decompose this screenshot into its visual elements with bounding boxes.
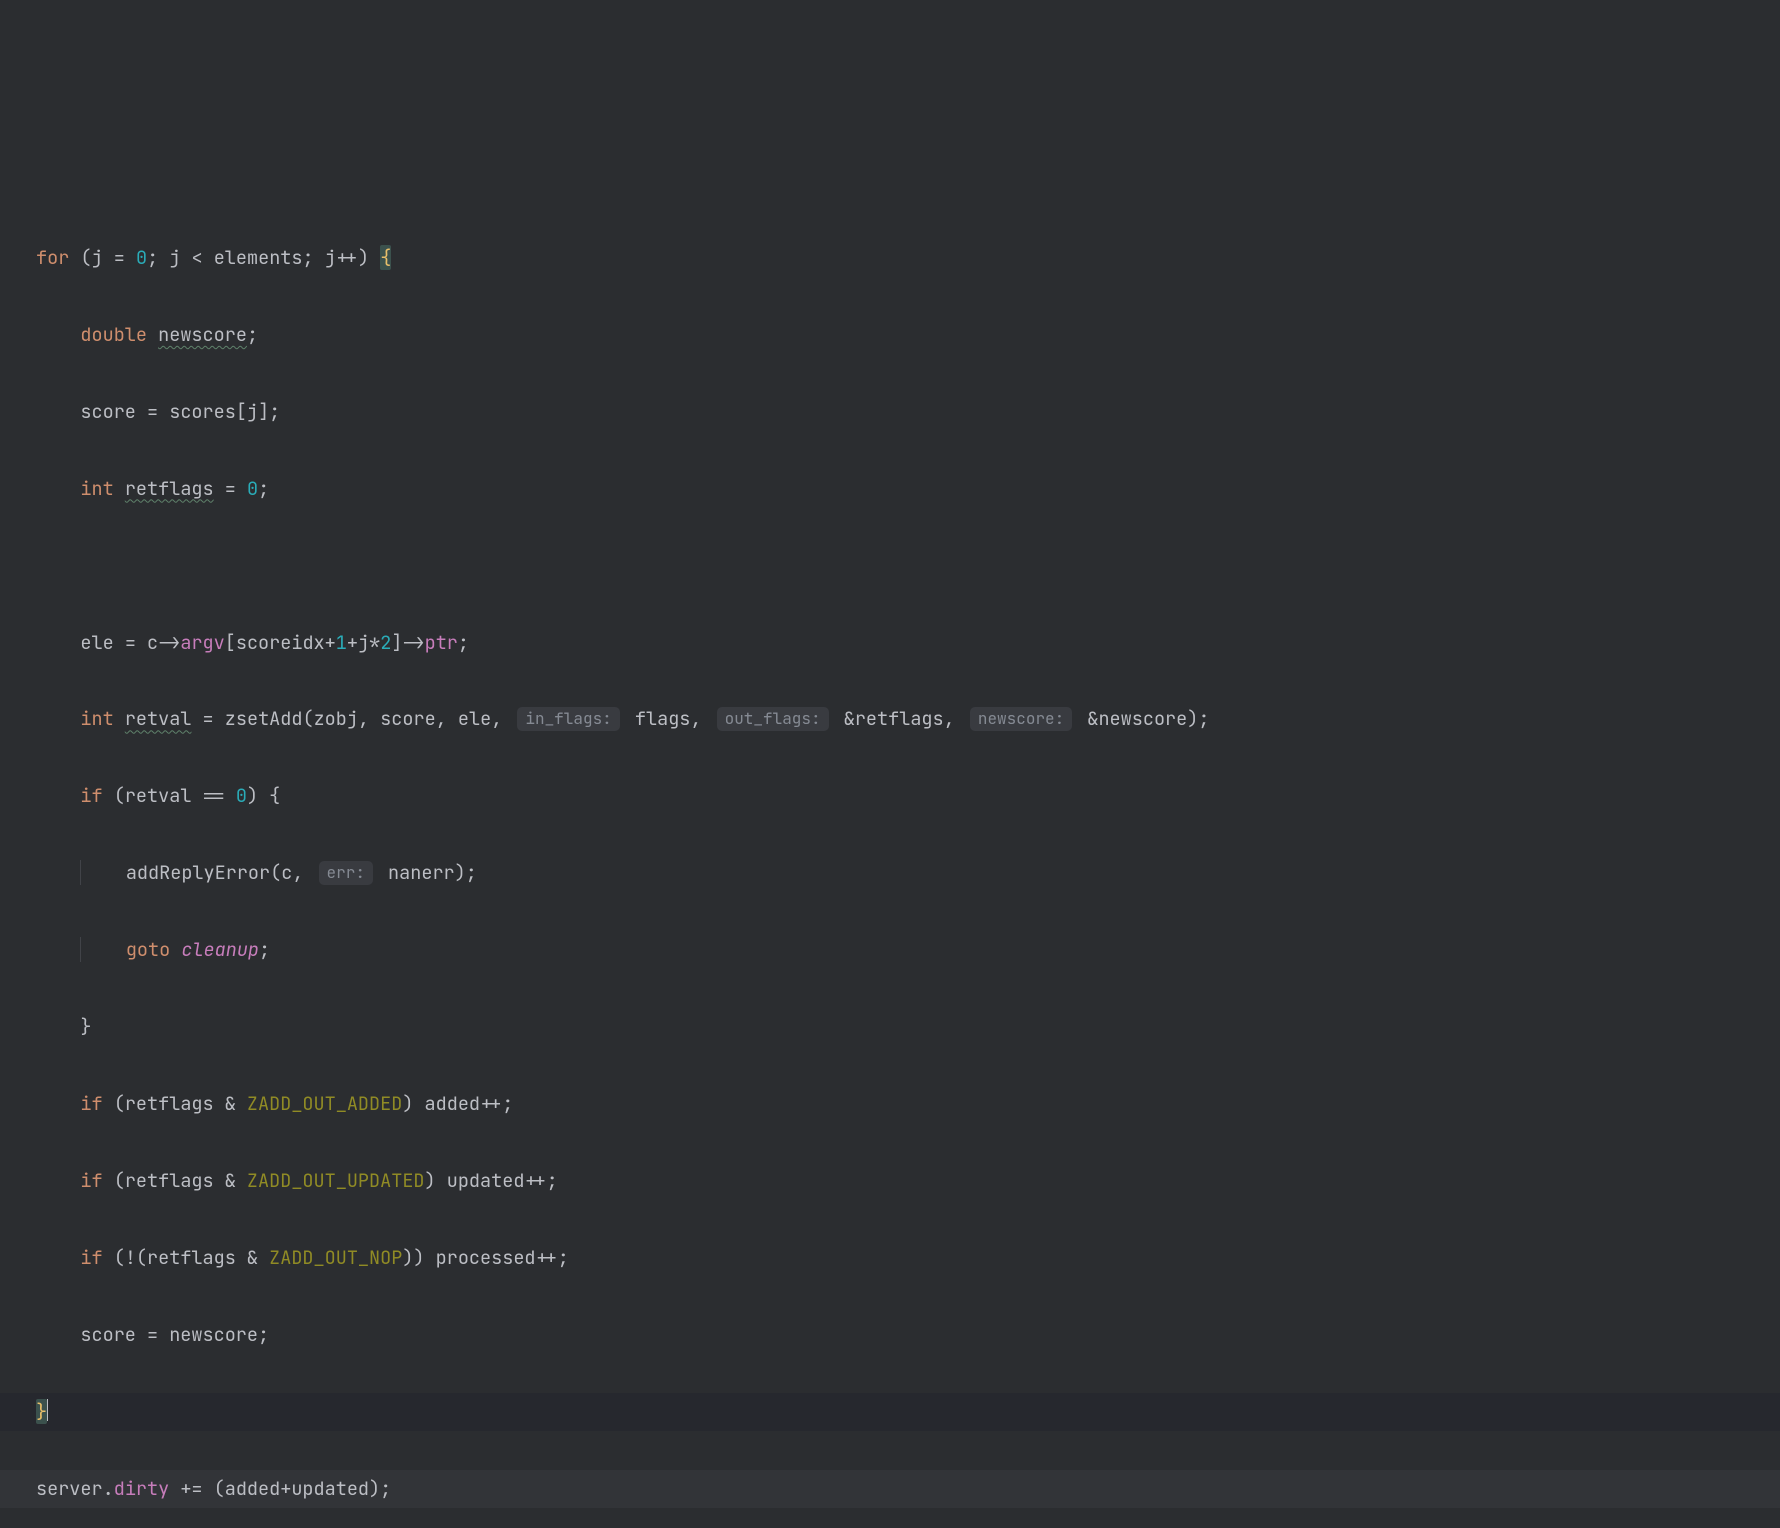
variable-newscore: newscore xyxy=(158,322,247,347)
param-hint-in-flags: in_flags: xyxy=(517,707,619,731)
param-hint-err: err: xyxy=(319,861,373,885)
caret-icon xyxy=(47,1399,48,1421)
field-argv: argv xyxy=(180,630,224,655)
code-line: score = newscore; xyxy=(0,1316,1780,1354)
variable-retval: retval xyxy=(125,706,192,731)
code-line: if (retflags & ZADD_OUT_UPDATED) updated… xyxy=(0,1162,1780,1200)
param-hint-out-flags: out_flags: xyxy=(717,707,829,731)
keyword-if: if xyxy=(80,1168,102,1193)
code-editor[interactable]: for (j = 0; j < elements; j++) { double … xyxy=(0,162,1780,1528)
keyword-if: if xyxy=(80,783,102,808)
keyword-double: double xyxy=(80,322,147,347)
field-dirty: dirty xyxy=(114,1476,170,1501)
code-line: if (retval == 0) { xyxy=(0,777,1780,815)
macro-zadd-out-nop: ZADD_OUT_NOP xyxy=(269,1245,402,1270)
macro-zadd-out-updated: ZADD_OUT_UPDATED xyxy=(247,1168,425,1193)
keyword-if: if xyxy=(80,1245,102,1270)
brace-close-icon: } xyxy=(36,1399,47,1424)
code-line: ele = c->argv[scoreidx+1+j*2]->ptr; xyxy=(0,624,1780,662)
variable-retflags: retflags xyxy=(125,476,214,501)
code-line: int retflags = 0; xyxy=(0,470,1780,508)
field-ptr: ptr xyxy=(425,630,458,655)
param-hint-newscore: newscore: xyxy=(970,707,1072,731)
code-line-current: } xyxy=(0,1393,1780,1431)
keyword-for: for xyxy=(36,245,69,270)
code-line: server.dirty += (added+updated); xyxy=(0,1470,1780,1508)
indent-guide: goto cleanup; xyxy=(80,937,270,962)
code-line-blank xyxy=(0,547,1780,585)
code-line: addReplyError(c, err: nanerr); xyxy=(0,854,1780,892)
code-line: if (!(retflags & ZADD_OUT_NOP)) processe… xyxy=(0,1239,1780,1277)
keyword-int: int xyxy=(80,476,113,501)
code-line: goto cleanup; xyxy=(0,931,1780,969)
code-line: } xyxy=(0,1008,1780,1046)
code-line: double newscore; xyxy=(0,316,1780,354)
label-cleanup: cleanup xyxy=(181,937,259,962)
brace-open-icon: { xyxy=(380,245,391,270)
macro-zadd-out-added: ZADD_OUT_ADDED xyxy=(247,1091,402,1116)
indent-guide: addReplyError(c, err: nanerr); xyxy=(80,860,476,885)
keyword-if: if xyxy=(80,1091,102,1116)
code-line: score = scores[j]; xyxy=(0,393,1780,431)
keyword-goto: goto xyxy=(126,937,170,962)
code-line: if (retflags & ZADD_OUT_ADDED) added++; xyxy=(0,1085,1780,1123)
code-line: int retval = zsetAdd(zobj, score, ele, i… xyxy=(0,700,1780,738)
code-line: for (j = 0; j < elements; j++) { xyxy=(0,239,1780,277)
keyword-int: int xyxy=(80,706,113,731)
